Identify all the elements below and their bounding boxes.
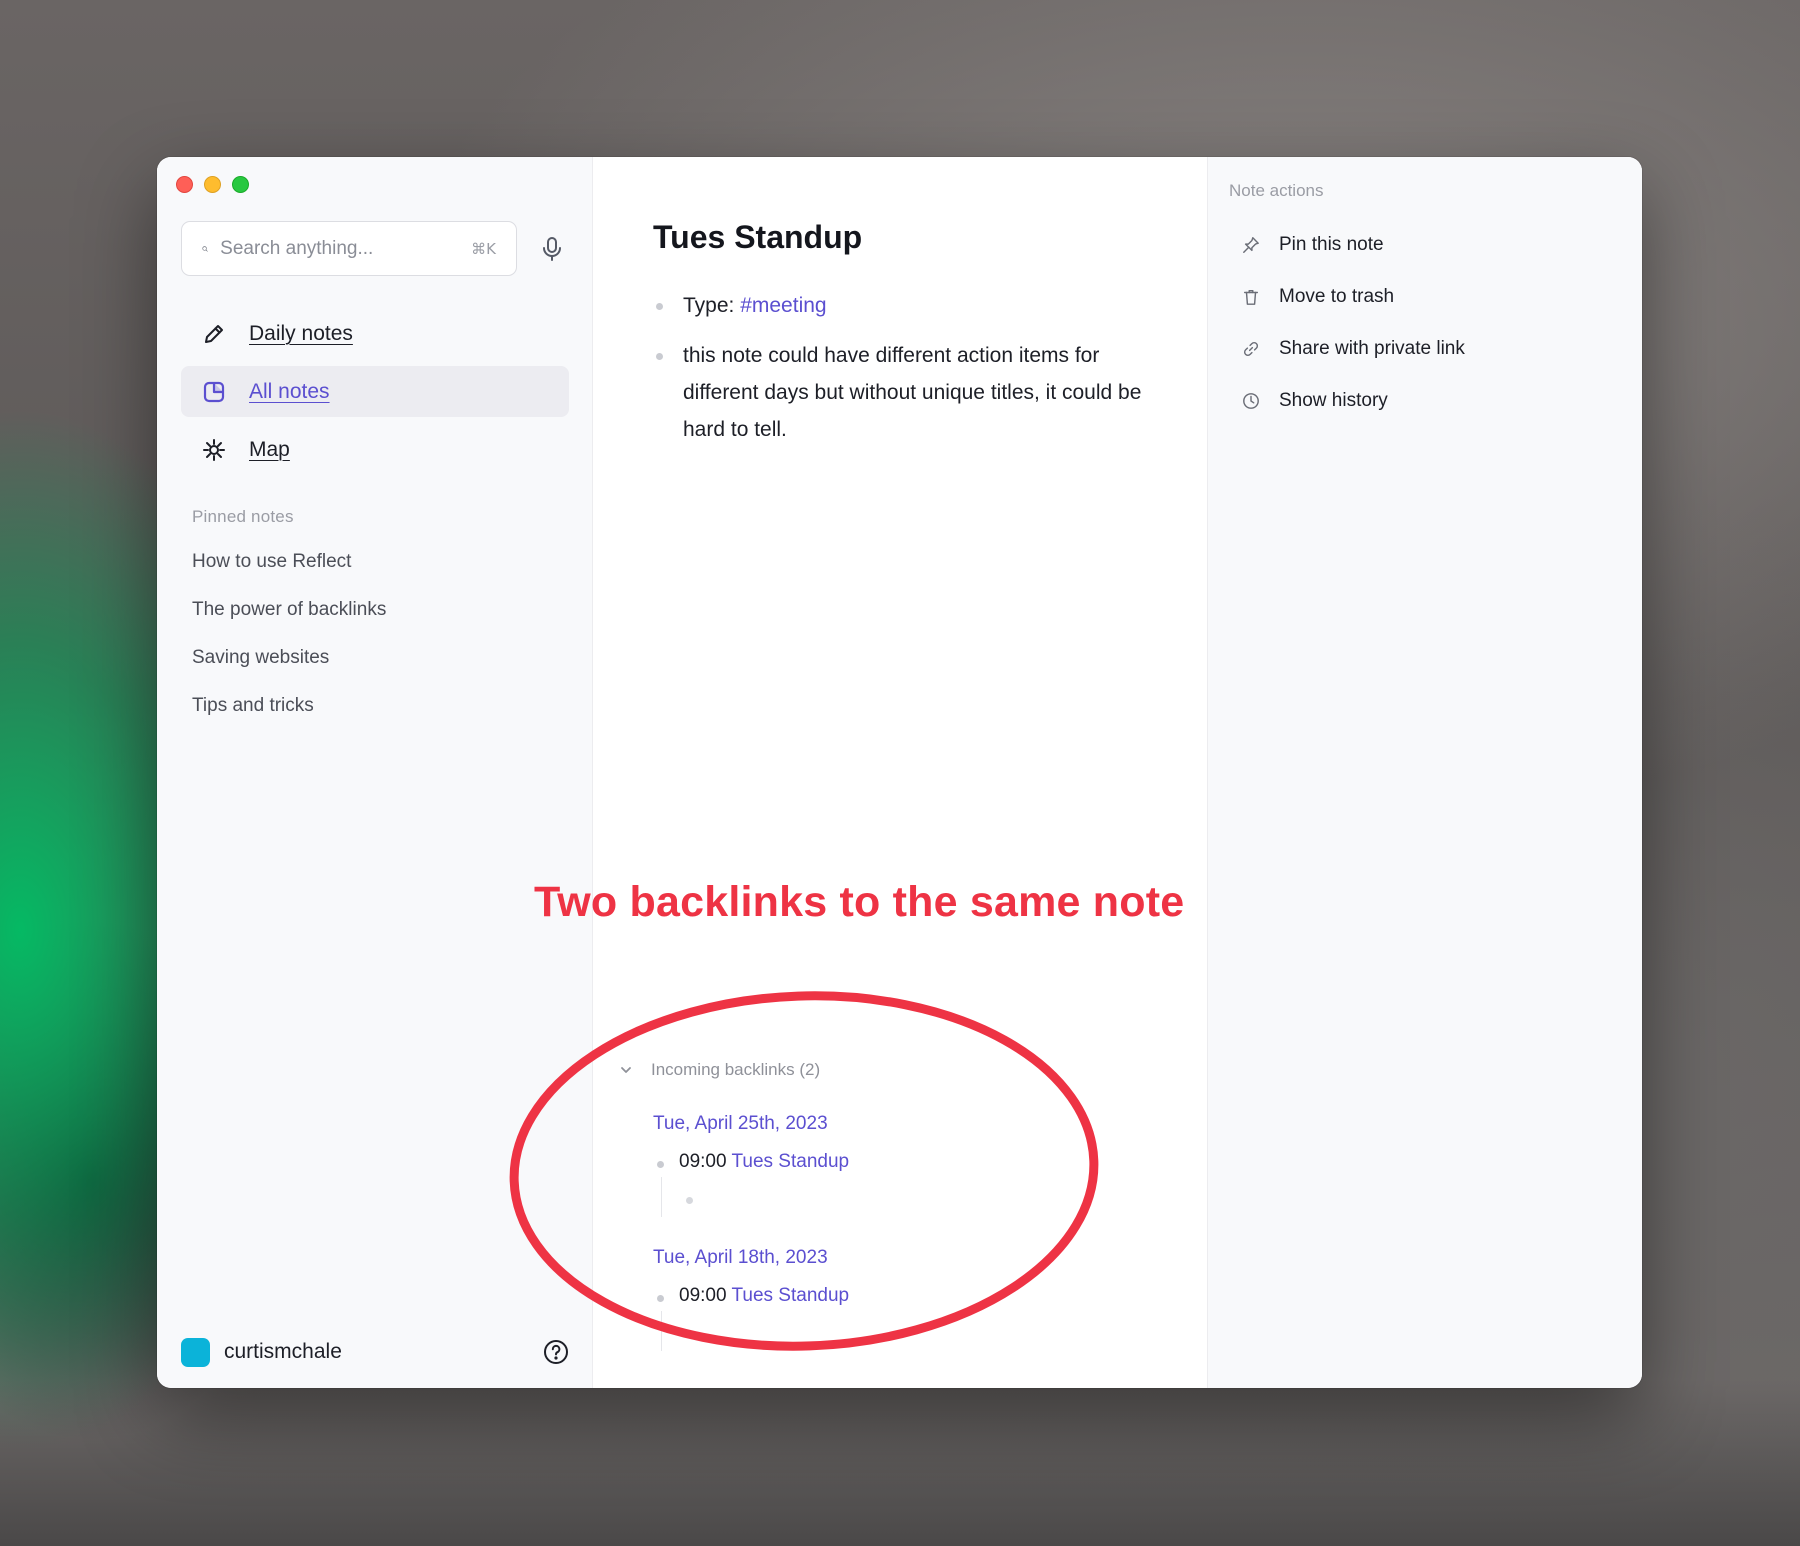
note-bullet[interactable]: this note could have different action it… — [653, 337, 1173, 448]
nav-all-notes[interactable]: All notes — [181, 366, 569, 417]
backlinks-toggle[interactable]: Incoming backlinks (2) — [617, 1057, 1177, 1083]
note-actions-list: Pin this note Move to trash Share with p… — [1241, 219, 1465, 427]
annotation-label: Two backlinks to the same note — [534, 878, 1185, 926]
search-icon — [202, 245, 208, 252]
link-icon — [1241, 339, 1261, 359]
backlinks-heading: Incoming backlinks (2) — [651, 1060, 821, 1079]
backlink-child-bullet — [661, 1177, 1177, 1217]
pin-note-label: Pin this note — [1279, 234, 1384, 255]
backlink-date-link[interactable]: Tue, April 18th, 2023 — [653, 1247, 1177, 1273]
pinned-notes-list: How to use Reflect The power of backlink… — [192, 549, 386, 741]
share-private-link-action[interactable]: Share with private link — [1241, 323, 1465, 375]
backlink-child-bullet — [661, 1311, 1177, 1351]
backlink-date-link[interactable]: Tue, April 25th, 2023 — [653, 1113, 1177, 1139]
nav-map-label: Map — [249, 437, 290, 461]
note-title[interactable]: Tues Standup — [653, 219, 862, 256]
move-to-trash-label: Move to trash — [1279, 286, 1395, 307]
backlink-note-link[interactable]: Tues Standup — [731, 1285, 849, 1306]
search-box[interactable]: ⌘K — [181, 221, 517, 276]
nav-daily-notes-label: Daily notes — [249, 321, 353, 345]
note-actions-panel: Note actions Pin this note Move to trash — [1207, 157, 1642, 1388]
note-bullet[interactable]: Type: #meeting — [653, 287, 1173, 324]
pinned-note-item[interactable]: Saving websites — [192, 645, 386, 693]
user-row: curtismchale — [181, 1336, 569, 1368]
pinned-notes-heading: Pinned notes — [192, 507, 294, 526]
background-shadow — [0, 1380, 1800, 1546]
close-window-button[interactable] — [176, 176, 193, 193]
show-history-action[interactable]: Show history — [1241, 375, 1465, 427]
map-icon — [201, 437, 227, 463]
backlink-entry: 09:00 Tues Standup — [653, 1151, 1177, 1177]
show-history-label: Show history — [1279, 390, 1388, 411]
pencil-icon — [201, 321, 227, 347]
note-icon — [201, 379, 227, 405]
username[interactable]: curtismchale — [224, 1340, 342, 1364]
backlink-time: 09:00 — [679, 1151, 732, 1172]
microphone-button[interactable] — [537, 234, 567, 264]
note-body-text: this note could have different action it… — [683, 344, 1142, 441]
share-private-link-label: Share with private link — [1279, 338, 1465, 359]
pin-note-action[interactable]: Pin this note — [1241, 219, 1465, 271]
chevron-down-icon — [621, 1067, 631, 1073]
search-shortcut: ⌘K — [471, 239, 496, 258]
main-nav: Daily notes All notes Map — [181, 308, 569, 482]
clock-icon — [1241, 391, 1261, 411]
maximize-window-button[interactable] — [232, 176, 249, 193]
backlink-group: Tue, April 25th, 2023 09:00 Tues Standup — [653, 1113, 1177, 1217]
window-controls — [176, 176, 249, 193]
note-body[interactable]: Type: #meeting this note could have diff… — [653, 287, 1173, 461]
help-icon[interactable] — [543, 1339, 569, 1365]
sidebar: ⌘K Daily notes — [157, 157, 593, 1388]
move-to-trash-action[interactable]: Move to trash — [1241, 271, 1465, 323]
meeting-tag[interactable]: #meeting — [740, 294, 826, 317]
backlink-entry: 09:00 Tues Standup — [653, 1285, 1177, 1311]
backlink-note-link[interactable]: Tues Standup — [731, 1151, 849, 1172]
microphone-icon — [543, 237, 561, 261]
incoming-backlinks: Incoming backlinks (2) Tue, April 25th, … — [617, 1057, 1177, 1351]
note-editor: Tues Standup Type: #meeting this note co… — [594, 157, 1207, 1388]
trash-icon — [1241, 287, 1261, 307]
pinned-note-item[interactable]: Tips and tricks — [192, 693, 386, 741]
backlink-time: 09:00 — [679, 1285, 732, 1306]
pinned-note-item[interactable]: The power of backlinks — [192, 597, 386, 645]
pinned-note-item[interactable]: How to use Reflect — [192, 549, 386, 597]
avatar[interactable] — [181, 1337, 210, 1367]
pin-icon — [1241, 235, 1261, 255]
type-label: Type: — [683, 294, 741, 317]
note-actions-heading: Note actions — [1229, 181, 1324, 200]
nav-all-notes-label: All notes — [249, 379, 330, 403]
minimize-window-button[interactable] — [204, 176, 221, 193]
nav-map[interactable]: Map — [181, 424, 569, 475]
backlink-group: Tue, April 18th, 2023 09:00 Tues Standup — [653, 1247, 1177, 1351]
nav-daily-notes[interactable]: Daily notes — [181, 308, 569, 359]
search-input[interactable] — [220, 237, 466, 260]
app-window: ⌘K Daily notes — [157, 157, 1642, 1388]
